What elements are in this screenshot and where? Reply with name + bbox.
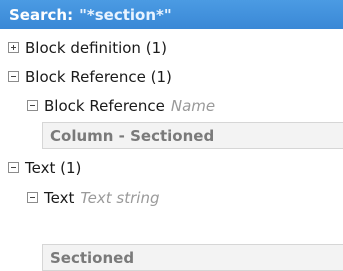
tree-node-label: Text (1) [25, 158, 82, 177]
tree-node-block-definition[interactable]: Block definition (1) [8, 33, 167, 62]
property-label: Block Reference [44, 96, 165, 115]
property-type: Text string [80, 188, 160, 207]
tree-node-text[interactable]: Text (1) [8, 153, 81, 182]
collapse-icon[interactable] [27, 100, 38, 111]
search-label: Search: [9, 5, 74, 24]
search-term: "*section*" [79, 5, 172, 24]
tree-node-label: Block definition (1) [25, 38, 167, 57]
search-results-panel: Search: "*section*" Block definition (1)… [0, 0, 343, 271]
collapse-icon[interactable] [27, 192, 38, 203]
tree-node-block-reference-property[interactable]: Block Reference Name [27, 91, 215, 120]
collapse-icon[interactable] [8, 162, 19, 173]
property-value-field[interactable]: Sectioned [42, 244, 343, 271]
tree-node-label: Block Reference (1) [25, 67, 172, 86]
property-value-field[interactable]: Column - Sectioned [42, 122, 343, 149]
property-type: Name [170, 96, 216, 115]
property-value: Column - Sectioned [50, 126, 215, 145]
property-label: Text [44, 188, 75, 207]
collapse-icon[interactable] [8, 71, 19, 82]
search-header: Search: "*section*" [0, 0, 343, 29]
tree-node-block-reference[interactable]: Block Reference (1) [8, 62, 172, 91]
property-value: Sectioned [50, 248, 135, 267]
tree-node-text-property[interactable]: Text Text string [27, 183, 159, 212]
expand-icon[interactable] [8, 42, 19, 53]
